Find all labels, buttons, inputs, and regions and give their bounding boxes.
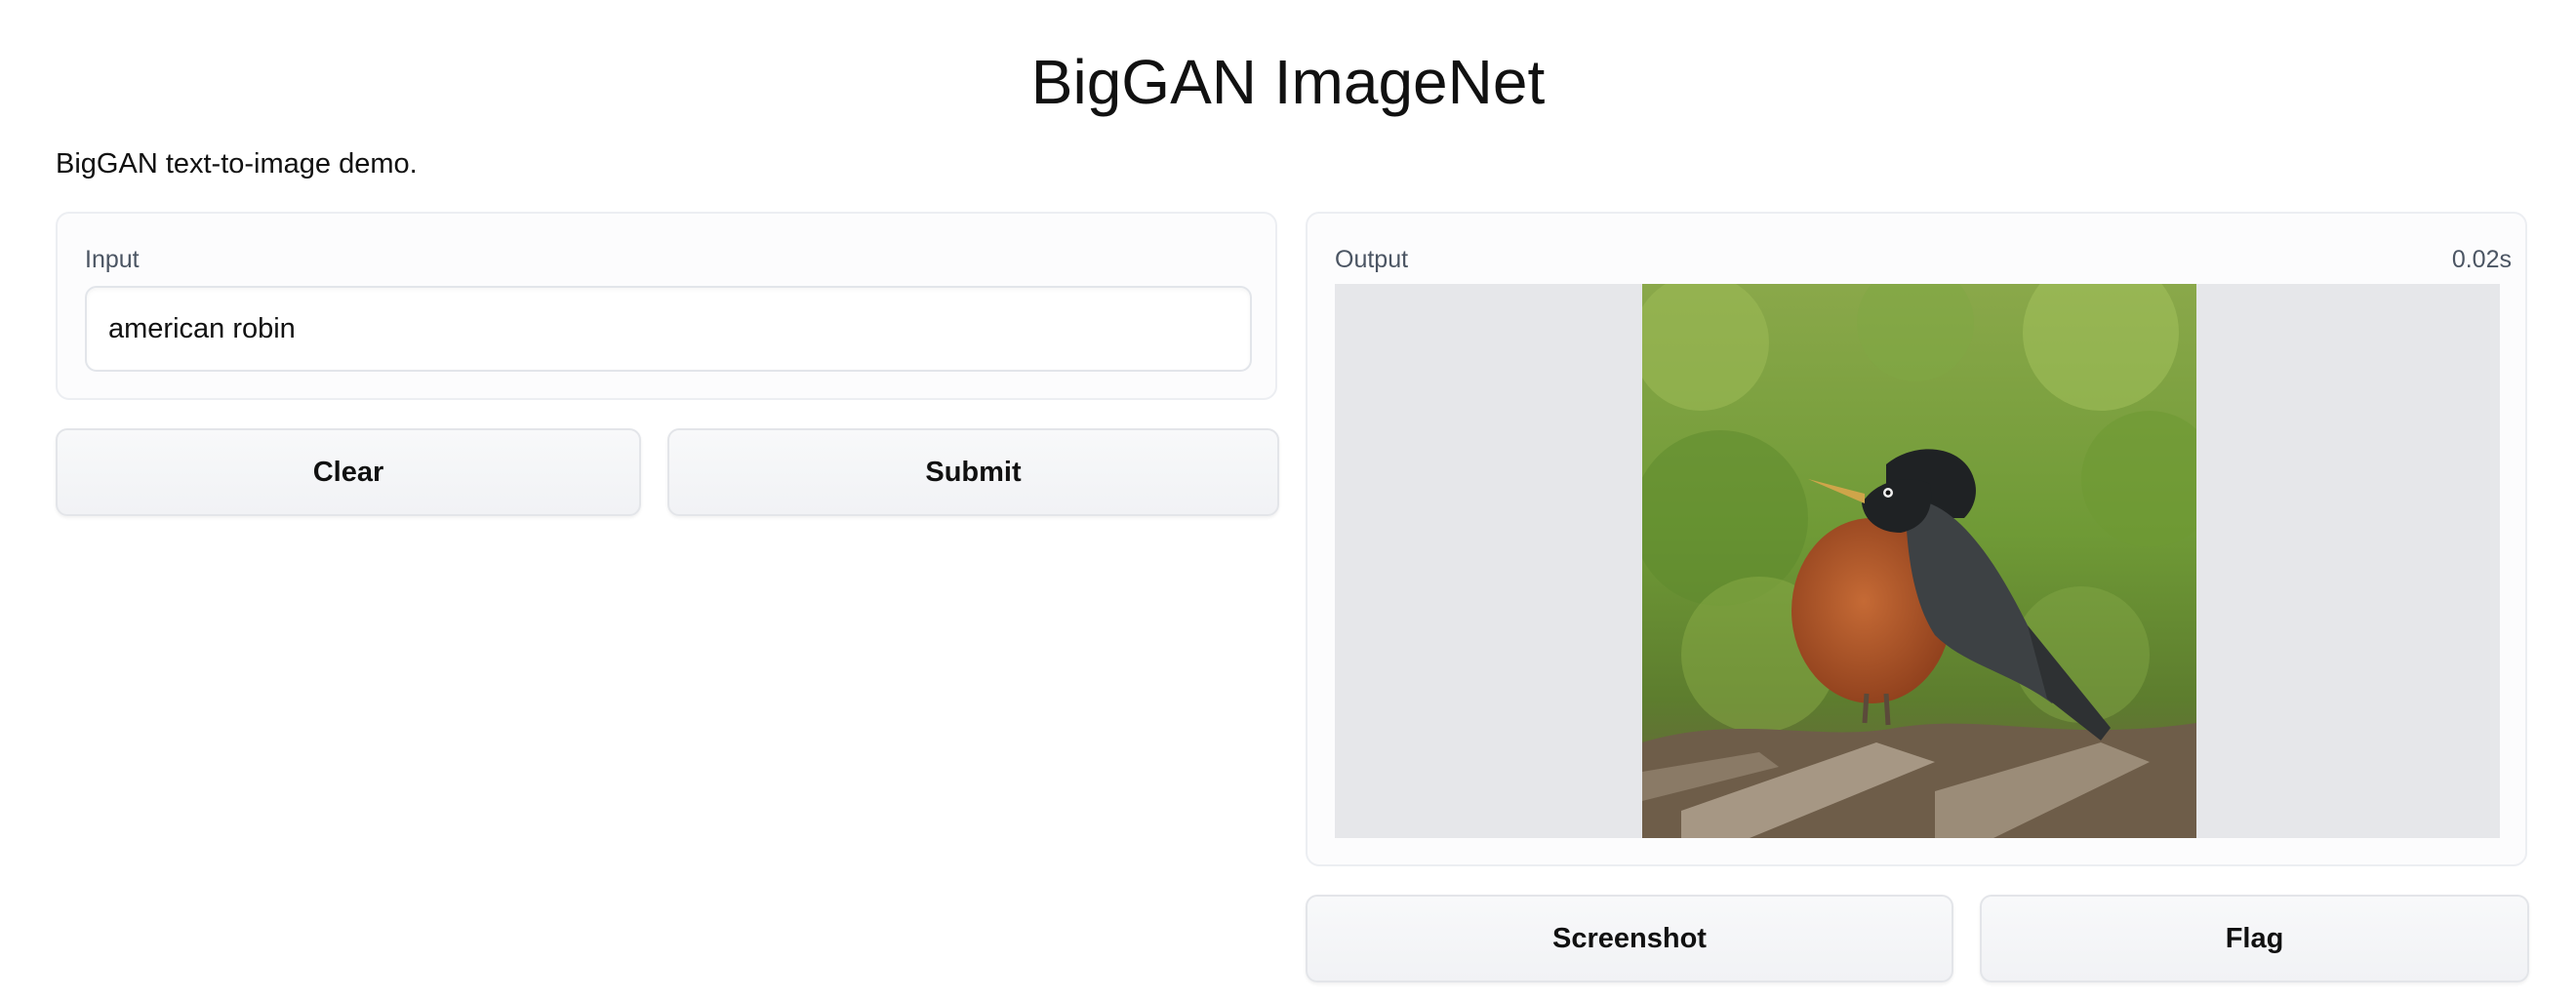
page-description: BigGAN text-to-image demo. [56,148,418,180]
screenshot-button[interactable]: Screenshot [1306,895,1953,982]
output-image-frame [1335,284,2500,838]
output-panel: Output 0.02s [1306,212,2527,866]
input-textbox[interactable]: american robin [85,286,1252,372]
page-title: BigGAN ImageNet [1030,47,1546,117]
output-image [1642,284,2196,838]
clear-button[interactable]: Clear [56,428,641,516]
input-label: Input [85,246,140,273]
flag-button[interactable]: Flag [1980,895,2529,982]
output-label: Output [1335,246,1409,273]
timer-label: 0.02s [2451,246,2512,273]
submit-button[interactable]: Submit [667,428,1279,516]
input-panel: Input american robin [56,212,1277,400]
